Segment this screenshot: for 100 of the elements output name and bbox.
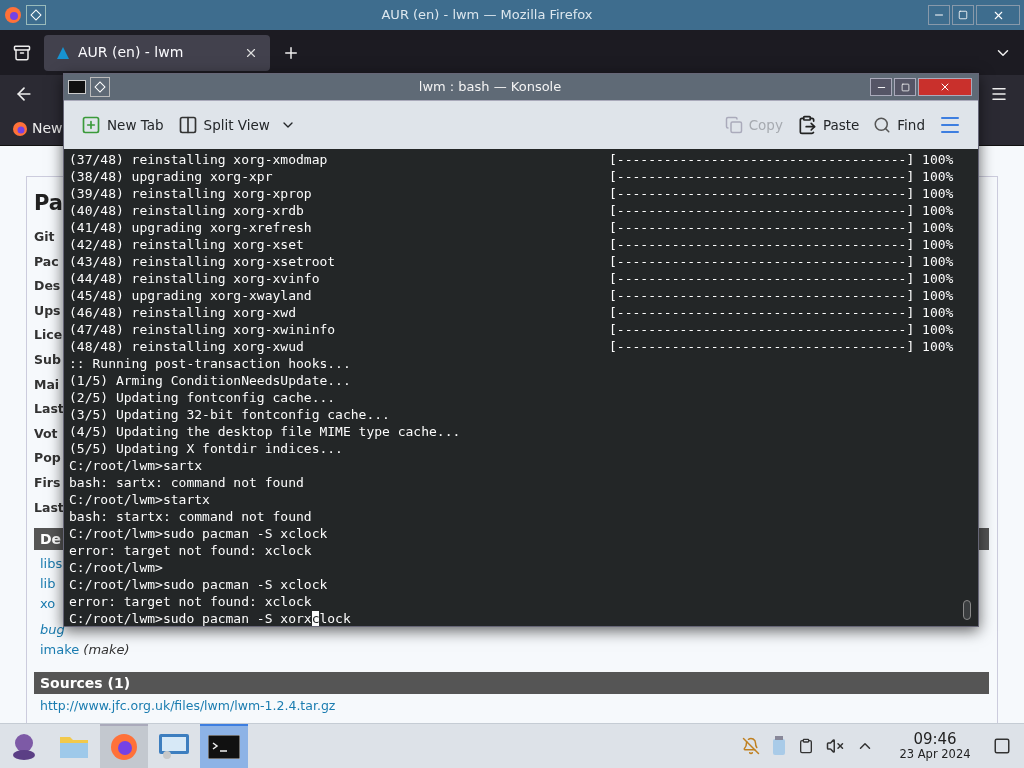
- terminal-line: (39/48) reinstalling xorg-xprop: [69, 185, 313, 202]
- window-title: lwm : bash — Konsole: [417, 78, 563, 97]
- dependency-link[interactable]: libs: [40, 554, 63, 575]
- maximize-icon: [958, 10, 968, 20]
- system-settings-icon: [158, 732, 190, 760]
- terminal-line: (37/48) reinstalling xorg-xmodmap: [69, 151, 329, 168]
- field-label: Firs: [34, 473, 61, 492]
- progress-text: [-------------------------------------] 100%: [609, 236, 954, 253]
- terminal-line: (43/48) reinstalling xorg-xsetroot: [69, 253, 337, 270]
- browser-tab[interactable]: AUR (en) - lwm: [44, 34, 270, 71]
- terminal-line: :: Running post-transaction hooks...: [69, 355, 352, 372]
- pin-button[interactable]: [26, 5, 46, 25]
- terminal-line: (48/48) reinstalling xorg-xwud: [69, 338, 305, 355]
- terminal-line: (1/5) Arming ConditionNeedsUpdate...: [69, 372, 352, 389]
- close-icon: [939, 81, 951, 93]
- field-label: Ups: [34, 301, 61, 320]
- split-view-icon: [177, 115, 198, 135]
- terminal-line: (44/48) reinstalling xorg-xvinfo: [69, 270, 321, 287]
- terminal-line: C:/root/lwm>sudo pacman -S xclock: [69, 576, 329, 593]
- clipboard-icon[interactable]: [798, 738, 814, 754]
- progress-text: [-------------------------------------] 100%: [609, 185, 954, 202]
- clock[interactable]: 09:46 23 Apr 2024: [890, 731, 980, 761]
- terminal-line: C:/root/lwm>sudo pacman -S xorxclock: [69, 610, 351, 626]
- minimize-button[interactable]: [870, 78, 892, 96]
- field-label: Vot: [34, 424, 58, 443]
- scrollbar-thumb[interactable]: [963, 600, 971, 620]
- tab-title: AUR (en) - lwm: [78, 43, 185, 62]
- section-header: Sources (1): [34, 672, 989, 695]
- firefox-icon: [109, 732, 139, 762]
- terminal-line: C:/root/lwm>sartx: [69, 457, 204, 474]
- jar-icon[interactable]: [772, 736, 786, 756]
- terminal-line: (2/5) Updating fontconfig cache...: [69, 389, 337, 406]
- progress-text: [-------------------------------------] 100%: [609, 287, 954, 304]
- field-label: Git: [34, 228, 55, 246]
- dependency-link[interactable]: imake: [40, 640, 80, 661]
- progress-text: [-------------------------------------] 100%: [609, 338, 954, 355]
- clock-date: 23 Apr 2024: [899, 747, 971, 761]
- terminal-line: (42/48) reinstalling xorg-xset: [69, 236, 305, 253]
- maximize-button[interactable]: [894, 78, 916, 96]
- progress-text: [-------------------------------------] 100%: [609, 253, 954, 270]
- field-label: Pac: [34, 252, 59, 271]
- minimize-button[interactable]: [928, 5, 950, 25]
- terminal-line: bash: startx: command not found: [69, 508, 313, 525]
- terminal-line: (45/48) upgrading xorg-xwayland: [69, 287, 313, 304]
- copy-icon: [724, 116, 743, 134]
- terminal-line: (5/5) Updating X fontdir indices...: [69, 440, 344, 457]
- maximize-button[interactable]: [952, 5, 974, 25]
- terminal-line: (46/48) reinstalling xorg-xwd: [69, 304, 297, 321]
- tab-list-icon[interactable]: [13, 43, 31, 62]
- firefox-icon: [4, 6, 22, 24]
- progress-text: [-------------------------------------] 100%: [609, 304, 954, 321]
- dependency-link[interactable]: xo: [40, 594, 56, 615]
- show-desktop-icon[interactable]: [993, 737, 1011, 755]
- field-label: Pop: [34, 449, 61, 468]
- terminal-line: C:/root/lwm>sudo pacman -S xclock: [69, 525, 329, 542]
- dependency-note: (make): [83, 641, 130, 660]
- triangle-logo-icon: [56, 45, 70, 60]
- terminal-app-icon: [68, 80, 86, 94]
- text-cursor: c: [311, 611, 320, 626]
- terminal-icon: [208, 735, 240, 759]
- bell-off-icon[interactable]: [742, 737, 760, 755]
- pin-button[interactable]: [90, 77, 110, 97]
- clock-time: 09:46: [913, 731, 957, 747]
- terminal-line: bash: sartx: command not found: [69, 474, 305, 491]
- field-label: Last: [34, 400, 64, 419]
- progress-text: [-------------------------------------] 100%: [609, 321, 954, 338]
- terminal-line: (3/5) Updating 32-bit fontconfig cache...: [69, 406, 391, 423]
- toolbar-button[interactable]: Find: [872, 109, 926, 141]
- dependency-link[interactable]: lib: [40, 574, 56, 595]
- terminal-line: (40/48) reinstalling xorg-xrdb: [69, 202, 305, 219]
- terminal-line: (47/48) reinstalling xorg-xwininfo: [69, 321, 337, 338]
- field-label: Sub: [34, 350, 61, 369]
- firefox-icon: [12, 120, 28, 137]
- muted-speaker-icon[interactable]: [826, 737, 844, 755]
- dependency-link[interactable]: bug: [40, 620, 65, 641]
- field-label: Lice: [34, 326, 63, 345]
- terminal-line: error: target not found: xclock: [69, 593, 313, 610]
- taskbar-app[interactable]: [200, 723, 248, 768]
- maximize-icon: [900, 82, 910, 92]
- terminal-line: (41/48) upgrading xorg-xrefresh: [69, 219, 313, 236]
- new-tab-icon: [81, 115, 101, 135]
- toolbar-button[interactable]: Split View: [176, 109, 297, 141]
- toolbar-button[interactable]: New Tab: [80, 109, 165, 141]
- terminal-line: C:/root/lwm>startx: [69, 491, 211, 508]
- field-label: Mai: [34, 375, 60, 394]
- search-icon: [873, 116, 892, 134]
- source-link[interactable]: http://www.jfc.org.uk/files/lwm/lwm-1.2.4.tar.gz: [40, 698, 336, 715]
- progress-text: [-------------------------------------] 100%: [609, 202, 954, 219]
- page-heading: Pa: [34, 190, 63, 217]
- terminal-line: (38/48) upgrading xorg-xpr: [69, 168, 274, 185]
- window-title: AUR (en) - lwm — Mozilla Firefox: [380, 6, 594, 25]
- terminal-line: C:/root/lwm>: [69, 559, 164, 576]
- progress-text: [-------------------------------------] 100%: [609, 151, 954, 168]
- field-label: Des: [34, 277, 61, 296]
- toolbar-button[interactable]: Paste: [795, 109, 861, 141]
- progress-text: [-------------------------------------] 100%: [609, 168, 954, 185]
- progress-text: [-------------------------------------] 100%: [609, 270, 954, 287]
- progress-text: [-------------------------------------] 100%: [609, 219, 954, 236]
- bookmark-link[interactable]: New: [32, 118, 63, 139]
- field-label: Last: [34, 498, 64, 517]
